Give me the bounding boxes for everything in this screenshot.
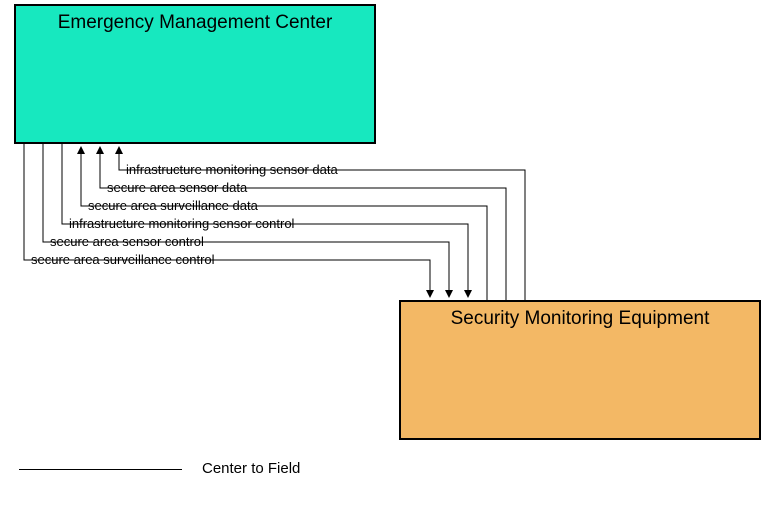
node-title: Emergency Management Center — [58, 12, 333, 33]
node-emergency-management-center[interactable]: Emergency Management Center — [14, 4, 376, 144]
flow-label-secure-area-surveillance-control: secure area surveillance control — [31, 252, 215, 267]
node-title: Security Monitoring Equipment — [451, 308, 710, 329]
flow-label-infra-mon-sensor-data: infrastructure monitoring sensor data — [126, 162, 338, 177]
legend-label-center-to-field: Center to Field — [202, 460, 300, 477]
node-security-monitoring-equipment[interactable]: Security Monitoring Equipment — [399, 300, 761, 440]
flow-label-secure-area-sensor-data: secure area sensor data — [107, 180, 247, 195]
flow-label-infra-mon-sensor-control: infrastructure monitoring sensor control — [69, 216, 294, 231]
flow-label-secure-area-sensor-control: secure area sensor control — [50, 234, 204, 249]
legend-line-center-to-field — [19, 469, 182, 470]
flow-label-secure-area-surveillance-data: secure area surveillance data — [88, 198, 258, 213]
